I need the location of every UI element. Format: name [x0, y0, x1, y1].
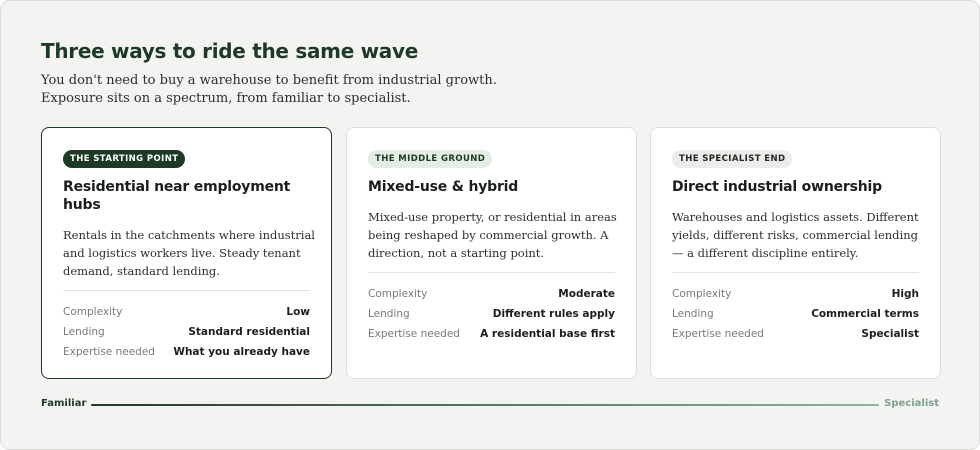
- section-title: Three ways to ride the same wave: [41, 39, 418, 63]
- spectrum-line: [91, 404, 879, 406]
- attribute-value: Standard residential: [188, 326, 310, 338]
- attribute-row-expertise: Expertise needed What you already have: [63, 342, 310, 362]
- attribute-label: Expertise needed: [368, 328, 460, 340]
- attribute-label: Complexity: [63, 306, 123, 318]
- card-attributes: Complexity Low Lending Standard resident…: [63, 302, 310, 362]
- card-description: Rentals in the catchments where industri…: [63, 228, 315, 278]
- attribute-row-expertise: Expertise needed Specialist: [672, 324, 919, 344]
- card-divider: [63, 290, 310, 291]
- attribute-label: Lending: [63, 326, 105, 338]
- attribute-row-expertise: Expertise needed A residential base firs…: [368, 324, 615, 344]
- scale-label-familiar: Familiar: [41, 398, 87, 409]
- attribute-row-complexity: Complexity High: [672, 284, 919, 304]
- card-title: Direct industrial ownership: [672, 179, 882, 195]
- card-specialist-end[interactable]: THE SPECIALIST END Direct industrial own…: [650, 127, 941, 379]
- attribute-row-lending: Lending Different rules apply: [368, 304, 615, 324]
- card-description: Warehouses and logistics assets. Differe…: [672, 210, 919, 260]
- attribute-row-complexity: Complexity Moderate: [368, 284, 615, 304]
- card-divider: [672, 272, 919, 273]
- card-description: Mixed-use property, or residential in ar…: [368, 210, 617, 260]
- attribute-label: Complexity: [672, 288, 732, 300]
- section-intro: You don't need to buy a warehouse to ben…: [41, 73, 497, 106]
- scale-label-specialist: Specialist: [884, 398, 939, 409]
- attribute-label: Complexity: [368, 288, 428, 300]
- card-starting-point[interactable]: THE STARTING POINT Residential near empl…: [41, 127, 332, 379]
- attribute-value: High: [891, 288, 919, 300]
- attribute-value: Commercial terms: [811, 308, 919, 320]
- panel: Three ways to ride the same wave You don…: [0, 0, 980, 450]
- attribute-value: Specialist: [861, 328, 919, 340]
- attribute-value: Moderate: [558, 288, 615, 300]
- card-badge: THE MIDDLE GROUND: [368, 150, 493, 168]
- attribute-row-lending: Lending Commercial terms: [672, 304, 919, 324]
- attribute-value: Different rules apply: [492, 308, 615, 320]
- card-title: Mixed-use & hybrid: [368, 179, 519, 195]
- attribute-label: Expertise needed: [63, 346, 155, 358]
- attribute-label: Expertise needed: [672, 328, 764, 340]
- card-middle-ground[interactable]: THE MIDDLE GROUND Mixed-use & hybrid Mix…: [346, 127, 637, 379]
- card-divider: [368, 272, 615, 273]
- card-attributes: Complexity High Lending Commercial terms…: [672, 284, 919, 344]
- attribute-label: Lending: [368, 308, 410, 320]
- attribute-value: A residential base first: [480, 328, 615, 340]
- card-badge: THE STARTING POINT: [63, 150, 186, 168]
- card-attributes: Complexity Moderate Lending Different ru…: [368, 284, 615, 344]
- attribute-label: Lending: [672, 308, 714, 320]
- card-title: Residential near employment hubs: [63, 179, 291, 213]
- attribute-row-complexity: Complexity Low: [63, 302, 310, 322]
- attribute-row-lending: Lending Standard residential: [63, 322, 310, 342]
- attribute-value: What you already have: [173, 346, 310, 358]
- attribute-value: Low: [286, 306, 310, 318]
- card-badge: THE SPECIALIST END: [672, 150, 793, 168]
